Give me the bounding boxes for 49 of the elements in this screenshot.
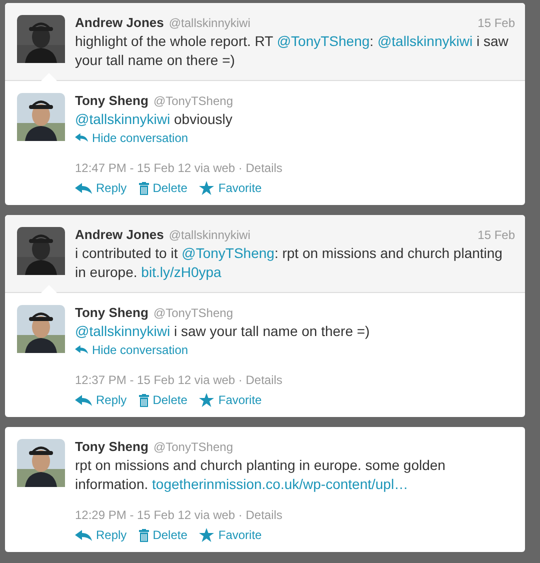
trash-icon [138, 394, 149, 406]
tweet-text: @tallskinnykiwi i saw your tall name on there =) [75, 322, 371, 341]
tweet-text: highlight of the whole report. RT @TonyTSheng: @tallskinnykiwi i saw your tall name on there =) [75, 32, 510, 70]
link[interactable]: @TonyTSheng [182, 245, 274, 261]
author-handle[interactable]: @TonyTSheng [153, 440, 233, 454]
reply-arrow-icon [75, 133, 88, 142]
link[interactable]: togetherinmission.co.uk/wp-content/upl… [152, 476, 408, 492]
tweet-text: @tallskinnykiwi obviously [75, 110, 234, 129]
author-name[interactable]: Andrew Jones [75, 15, 164, 30]
hide-conversation-link[interactable]: Hide conversation [75, 342, 188, 356]
reply-arrow-icon [75, 530, 92, 540]
link[interactable]: bit.ly/zH0ypa [141, 264, 222, 280]
tweet-text: i contributed to it @TonyTSheng: rpt on missions and church planting in europe. bit.ly/zH0ypa [75, 244, 504, 282]
delete-action[interactable]: Delete [138, 528, 188, 542]
author-name[interactable]: Tony Sheng [75, 93, 148, 108]
tweet-meta: 12:29 PM - 15 Feb 12 via web · Details [75, 508, 284, 522]
author-name[interactable]: Tony Sheng [75, 439, 148, 454]
tweet-meta: 12:47 PM - 15 Feb 12 via web · Details [75, 161, 284, 175]
tweet-text: rpt on missions and church planting in europe. some golden information. togetherinmission.co.uk/wp-content/upl… [75, 456, 446, 494]
tweet-meta: 12:37 PM - 15 Feb 12 via web · Details [75, 373, 284, 387]
reply-action[interactable]: Reply [75, 528, 127, 542]
tweet-date[interactable]: 15 Feb [478, 228, 515, 242]
author-handle[interactable]: @tallskinnykiwi [168, 16, 250, 30]
reply-arrow-icon [75, 182, 92, 194]
link[interactable]: @tallskinnykiwi [75, 323, 170, 339]
star-icon [199, 181, 214, 195]
delete-action[interactable]: Delete [138, 181, 188, 195]
link[interactable]: @tallskinnykiwi [75, 111, 170, 127]
star-icon [199, 528, 214, 542]
link[interactable]: @TonyTSheng [276, 33, 370, 49]
link[interactable]: @tallskinnykiwi [377, 33, 473, 49]
author-name[interactable]: Tony Sheng [75, 305, 148, 320]
author-handle[interactable]: @TonyTSheng [153, 306, 233, 320]
star-icon [199, 393, 214, 407]
hide-conversation-link[interactable]: Hide conversation [75, 130, 188, 144]
favorite-action[interactable]: Favorite [199, 393, 262, 407]
author-handle[interactable]: @tallskinnykiwi [168, 228, 250, 242]
author-name[interactable]: Andrew Jones [75, 227, 164, 242]
reply-action[interactable]: Reply [75, 393, 127, 407]
trash-icon [138, 182, 149, 194]
author-handle[interactable]: @TonyTSheng [153, 94, 233, 108]
delete-action[interactable]: Delete [138, 393, 188, 407]
reply-arrow-icon [75, 345, 88, 354]
trash-icon [138, 528, 149, 542]
favorite-action[interactable]: Favorite [199, 181, 262, 195]
favorite-action[interactable]: Favorite [199, 528, 262, 542]
reply-arrow-icon [75, 394, 92, 406]
tweet-date[interactable]: 15 Feb [478, 16, 515, 30]
reply-action[interactable]: Reply [75, 181, 127, 195]
